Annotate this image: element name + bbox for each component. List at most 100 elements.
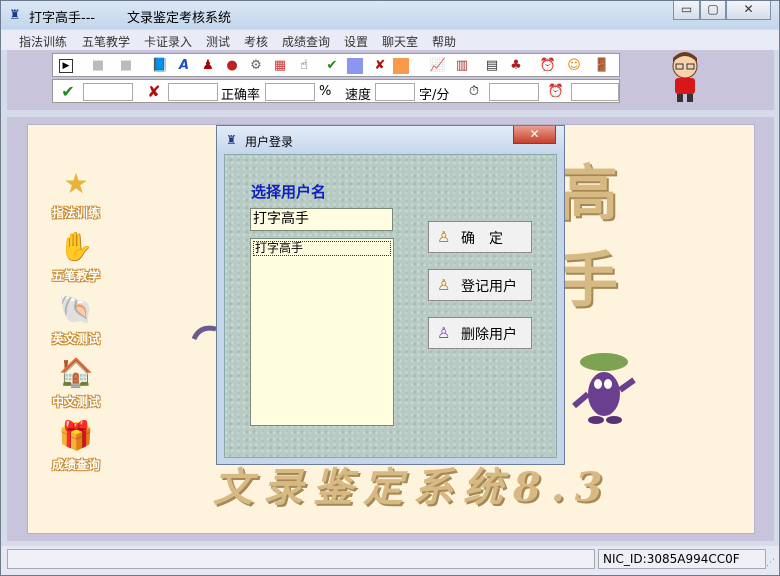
dialog-close-button[interactable]: ✕ <box>513 126 556 144</box>
list-item[interactable]: 打字高手 <box>253 241 391 256</box>
pause-icon[interactable]: ■ <box>89 58 107 74</box>
correct-count-icon: ✔ <box>61 82 75 101</box>
users-icon: ♙ <box>437 276 451 294</box>
hand-icon: ✋ <box>58 230 94 263</box>
user-icon: ♙ <box>437 228 451 246</box>
chart-icon[interactable]: 📈 <box>429 58 447 74</box>
pointer-icon[interactable]: ☝ <box>295 58 313 74</box>
bar-chart-icon[interactable]: ▥ <box>453 58 471 74</box>
title-bar: ♜ 打字高手--- 文录鉴定考核系统 ▭ ▢ ✕ <box>1 1 779 29</box>
accuracy-label: 正确率 <box>221 88 261 103</box>
sidebar-button-fingering[interactable]: ★ 指法训练 <box>44 164 108 222</box>
wrong-count-field <box>168 83 218 101</box>
cross-icon[interactable]: ✘ <box>371 58 389 74</box>
sidebar-button-chinese-test[interactable]: 🏠 中文测试 <box>44 353 108 411</box>
alarm-icon: ⏰ <box>547 84 565 99</box>
dialog-title-bar: ♜ 用户登录 ✕ <box>217 126 564 154</box>
sidebar-button-score-query[interactable]: 🎁 成绩查询 <box>44 416 108 474</box>
minimize-icon: ▭ <box>680 2 693 16</box>
background-title: 高 手 <box>558 159 638 316</box>
login-dialog: ♜ 用户登录 ✕ 选择用户名 打字高手 打字高手 ♙ 确 定 ♙ 登记用户 ♙ … <box>216 125 565 465</box>
blue-square-icon[interactable] <box>347 58 363 74</box>
gears-icon[interactable]: ⚙ <box>247 58 265 74</box>
check-icon[interactable]: ✔ <box>323 58 341 74</box>
menu-bar: 指法训练 五笔教学 卡证录入 测试 考核 成绩查询 设置 聊天室 帮助 <box>1 30 779 50</box>
speed-label: 速度 <box>345 88 372 103</box>
menu-fingering[interactable]: 指法训练 <box>19 33 67 50</box>
mascot-boy-image <box>667 52 703 106</box>
sidebar-label-score-query: 成绩查询 <box>51 458 100 472</box>
gift-icon: 🎁 <box>58 419 94 452</box>
person-icon[interactable]: ☺ <box>565 58 583 74</box>
sidebar-label-wubi: 五笔教学 <box>51 269 100 283</box>
text-a-icon[interactable]: A <box>175 58 193 74</box>
sidebar-label-fingering: 指法训练 <box>51 206 100 220</box>
timer-icon: ⏱ <box>468 84 480 99</box>
main-window: ♜ 打字高手--- 文录鉴定考核系统 ▭ ▢ ✕ 指法训练 五笔教学 卡证录入 … <box>0 0 780 576</box>
status-bar: NIC_ID:3085A994CC0F ⋰ <box>1 546 779 575</box>
sidebar-label-english-test: 英文测试 <box>51 332 100 346</box>
star-icon: ★ <box>63 167 89 200</box>
register-button-label: 登记用户 <box>461 279 517 295</box>
menu-settings[interactable]: 设置 <box>344 33 368 50</box>
window-subtitle: 文录鉴定考核系统 <box>127 11 232 26</box>
menu-test[interactable]: 测试 <box>206 33 230 50</box>
menu-help[interactable]: 帮助 <box>432 33 456 50</box>
exit-door-icon[interactable]: 🚪 <box>593 58 611 74</box>
stop-icon[interactable]: ■ <box>117 58 135 74</box>
house-icon: 🏠 <box>58 356 94 389</box>
speed-unit-label: 字/分 <box>419 88 450 103</box>
toolbar-panel: ▶ ■ ■ 📘 A ♟ ● ⚙ ▦ ☝ ✔ ✘ 📈 ▥ ▤ ♣ ⏰ ☺ 🚪 ✔ … <box>7 50 774 110</box>
percent-label: % <box>319 84 332 99</box>
maximize-icon: ▢ <box>707 2 719 16</box>
menu-chatroom[interactable]: 聊天室 <box>382 33 418 50</box>
close-button[interactable]: ✕ <box>726 1 771 20</box>
username-input[interactable]: 打字高手 <box>250 208 393 231</box>
accuracy-field <box>265 83 315 101</box>
network-icon[interactable]: ♣ <box>507 58 525 74</box>
delete-user-button[interactable]: ♙ 删除用户 <box>428 317 532 349</box>
register-user-button[interactable]: ♙ 登记用户 <box>428 269 532 301</box>
sidebar-label-chinese-test: 中文测试 <box>51 395 100 409</box>
select-user-heading: 选择用户名 <box>251 183 327 201</box>
decorative-swirl <box>190 323 218 343</box>
app-icon: ♜ <box>9 8 21 23</box>
maximize-button[interactable]: ▢ <box>700 1 726 20</box>
delete-button-label: 删除用户 <box>461 327 517 343</box>
alarm-clock-icon[interactable]: ⏰ <box>539 58 557 74</box>
menu-exam[interactable]: 考核 <box>244 33 268 50</box>
orange-square-icon[interactable] <box>393 58 409 74</box>
menu-card-entry[interactable]: 卡证录入 <box>144 33 192 50</box>
close-icon: ✕ <box>529 127 540 141</box>
book-icon[interactable]: 📘 <box>151 58 169 74</box>
window-title: 打字高手--- <box>29 11 96 26</box>
timer-field <box>489 83 539 101</box>
toolbar-row-1: ▶ ■ ■ 📘 A ♟ ● ⚙ ▦ ☝ ✔ ✘ 📈 ▥ ▤ ♣ ⏰ ☺ 🚪 <box>52 53 620 77</box>
resize-grip-icon[interactable]: ⋰ <box>766 558 776 570</box>
minimize-button[interactable]: ▭ <box>673 1 700 20</box>
toolbar-row-2: ✔ ✘ 正确率 % 速度 字/分 ⏱ ⏰ <box>52 79 620 103</box>
status-cell-main <box>7 549 595 569</box>
purple-mascot-image <box>568 350 642 430</box>
dialog-body: 选择用户名 打字高手 打字高手 ♙ 确 定 ♙ 登记用户 ♙ 删除用户 <box>224 154 557 458</box>
color-balls-icon[interactable]: ● <box>223 58 241 74</box>
dialog-app-icon: ♜ <box>226 133 237 147</box>
user-list[interactable]: 打字高手 <box>250 238 394 426</box>
users-icon: ♙ <box>437 324 451 342</box>
confirm-button-label: 确 定 <box>461 231 503 247</box>
nic-id-status: NIC_ID:3085A994CC0F <box>598 549 766 569</box>
shell-icon: 🐚 <box>58 293 94 326</box>
menu-wubi[interactable]: 五笔教学 <box>82 33 130 50</box>
font-icon[interactable]: ♟ <box>199 58 217 74</box>
confirm-button[interactable]: ♙ 确 定 <box>428 221 532 253</box>
palette-icon[interactable]: ▦ <box>271 58 289 74</box>
speed-field <box>375 83 415 101</box>
sidebar-button-wubi[interactable]: ✋ 五笔教学 <box>44 227 108 285</box>
sidebar-button-english-test[interactable]: 🐚 英文测试 <box>44 290 108 348</box>
menu-scores[interactable]: 成绩查询 <box>282 33 330 50</box>
wrong-count-icon: ✘ <box>147 82 161 101</box>
close-icon: ✕ <box>743 2 754 16</box>
dialog-title: 用户登录 <box>245 135 294 149</box>
play-icon[interactable]: ▶ <box>59 59 73 73</box>
document-icon[interactable]: ▤ <box>483 58 501 74</box>
